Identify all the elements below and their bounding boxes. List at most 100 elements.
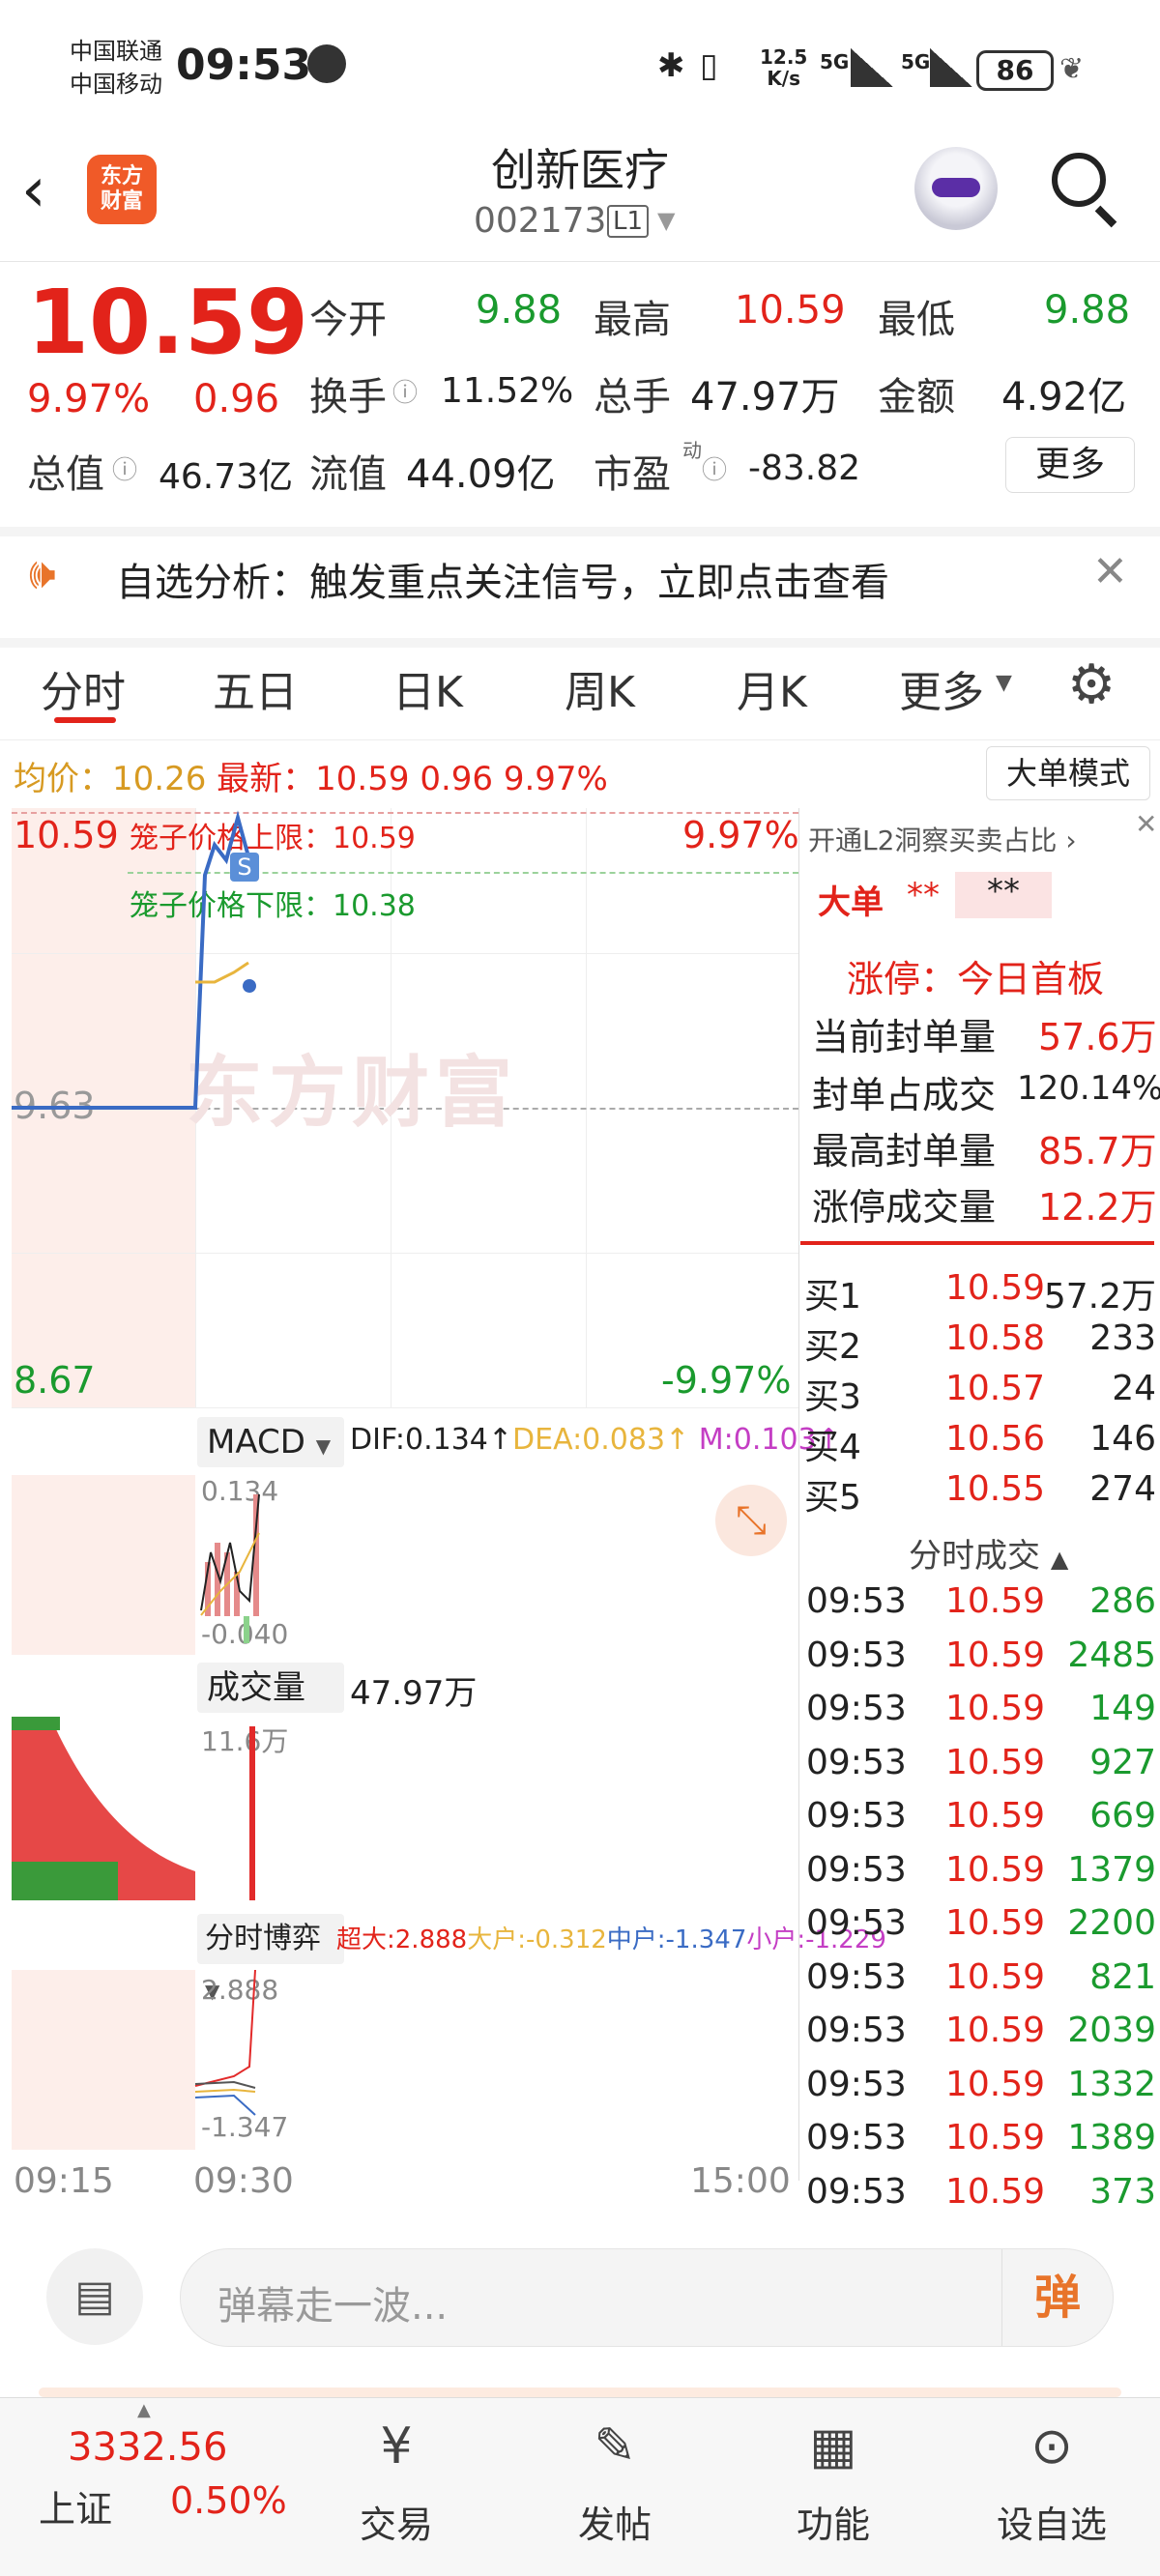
amount-label: 金额 (878, 375, 955, 420)
tab-monthly-k[interactable]: 月K (737, 657, 807, 719)
nav-post[interactable]: 发帖 (547, 2495, 682, 2548)
game-label: 分时博弈 (205, 1922, 321, 1955)
comment-placeholder: 弹幕走一波... (218, 2284, 449, 2329)
volume-value: 47.97万 (690, 375, 840, 420)
chart-area[interactable]: 东方财富 10.59 9.63 8.67 9.97% -9.97% 笼子价格上限… (12, 808, 886, 2201)
index-value[interactable]: 3332.56 (68, 2425, 227, 2470)
index-pct[interactable]: 0.50% (170, 2479, 287, 2522)
level-badge[interactable]: L1 (607, 205, 650, 238)
banner-text[interactable]: 自选分析：触发重点关注信号，立即点击查看 (116, 551, 889, 607)
tab-five-day[interactable]: 五日 (213, 657, 298, 719)
search-icon[interactable] (1052, 153, 1106, 207)
volume-value: 47.97万 (350, 1674, 478, 1713)
bid-label: 买1 (804, 1277, 861, 1317)
chevron-down-icon[interactable]: ▼ (657, 207, 675, 234)
low-value: 9.88 (1044, 288, 1131, 333)
volume-label: 总手 (594, 375, 671, 420)
latest-label: 最新： (217, 760, 316, 798)
macd-chart (200, 1493, 260, 1643)
open-value: 9.88 (476, 288, 563, 333)
nav-trade[interactable]: 交易 (329, 2495, 464, 2548)
alarm-icon (307, 44, 346, 83)
info-icon[interactable]: ⓘ (702, 450, 727, 486)
big-order-mode-button[interactable]: 大单模式 (986, 746, 1150, 800)
vibrate-icon: ▯ (700, 46, 718, 85)
seal-qty-label: 当前封单量 (812, 1016, 997, 1058)
sell-marker[interactable]: S (230, 853, 259, 882)
tab-daily-k[interactable]: 日K (392, 657, 463, 719)
close-icon[interactable]: ✕ (1092, 547, 1128, 596)
trade-qty: 2200 (1067, 1903, 1156, 1943)
battery-icon: 86 (976, 50, 1054, 91)
seal-ratio-label: 封单占成交 (812, 1074, 997, 1116)
volume-selector[interactable]: 成交量 (197, 1663, 344, 1713)
bid-price: 10.57 (945, 1369, 1046, 1408)
trade-price: 10.59 (945, 1635, 1046, 1675)
chevron-down-icon[interactable]: ▼ (996, 671, 1012, 695)
nav-function[interactable]: 功能 (766, 2495, 901, 2548)
trade-time: 09:53 (806, 1796, 907, 1836)
trade-time: 09:53 (806, 2171, 907, 2212)
caret-up-icon: ▲ (137, 2400, 151, 2420)
tab-weekly-k[interactable]: 周K (565, 657, 635, 719)
stock-code: 002173 (474, 201, 607, 241)
game-mid: 中户:-1.347 (606, 1925, 747, 1954)
volume-bar (249, 1726, 255, 1900)
pe-value: -83.82 (748, 449, 861, 488)
close-icon[interactable]: ✕ (1135, 808, 1157, 840)
trade-price: 10.59 (945, 2011, 1046, 2050)
high-value: 10.59 (735, 288, 846, 333)
expand-icon[interactable]: ⤡ (715, 1485, 787, 1556)
nav-add-watchlist[interactable]: 设自选 (984, 2495, 1119, 2548)
info-icon[interactable]: ⓘ (392, 373, 418, 409)
edit-icon[interactable]: ✎ (547, 2417, 682, 2475)
price-series-line (12, 810, 251, 1110)
bottom-nav: ▲ 3332.56 上证 0.50% ¥ 交易 ✎ 发帖 ▦ 功能 ⊙ 设自选 (0, 2397, 1160, 2576)
amount-value: 4.92亿 (1001, 375, 1127, 420)
more-circle-icon[interactable]: ⊙ (984, 2417, 1119, 2475)
trade-price: 10.59 (945, 2171, 1046, 2212)
gear-icon[interactable]: ⚙ (1067, 653, 1116, 716)
comment-input[interactable]: 弹幕走一波... 弹 (180, 2248, 1114, 2347)
index-name[interactable]: 上证 (39, 2479, 112, 2533)
bid-label: 买2 (804, 1327, 861, 1367)
more-button[interactable]: 更多 (1005, 437, 1135, 493)
volume-bar-green (12, 1717, 60, 1730)
time-end: 15:00 (690, 2161, 791, 2201)
trade-price: 10.59 (945, 1903, 1046, 1943)
change-amount: 0.96 (193, 377, 280, 421)
macd-dif: DIF:0.134↑ (350, 1423, 513, 1457)
bid-qty: 146 (1089, 1419, 1156, 1459)
big-order-val2: ** (955, 872, 1052, 918)
time-start: 09:15 (14, 2161, 114, 2201)
tab-intraday[interactable]: 分时 (41, 657, 126, 719)
time-open: 09:30 (193, 2161, 294, 2201)
grid-icon[interactable]: ▦ (766, 2417, 901, 2475)
macd-dea: DEA:0.083↑ (512, 1423, 690, 1457)
turnover-value: 11.52% (441, 371, 574, 411)
trade-time: 09:53 (806, 1956, 907, 1997)
danmaku-send-button[interactable]: 弹 (1001, 2249, 1113, 2346)
mid-line (194, 2094, 256, 2116)
signal-5g-2: 5G (901, 50, 931, 73)
yen-icon[interactable]: ¥ (329, 2417, 464, 2475)
trade-price: 10.59 (945, 1742, 1046, 1782)
trades-title[interactable]: 分时成交 ▲ (909, 1529, 1068, 1577)
info-icon[interactable]: ⓘ (112, 450, 137, 486)
robot-assistant-icon[interactable] (914, 147, 998, 230)
current-price: 10.59 (27, 271, 309, 374)
macd-selector[interactable]: MACD ▼ (197, 1417, 344, 1467)
game-super: 超大:2.888 (336, 1925, 468, 1954)
trade-time: 09:53 (806, 1635, 907, 1675)
trade-time: 09:53 (806, 1581, 907, 1621)
open-label: 今开 (309, 298, 387, 342)
low-label: 最低 (878, 298, 955, 342)
volume-bar-green (12, 1862, 118, 1900)
game-selector[interactable]: 分时博弈 ▼ (197, 1914, 344, 2003)
carrier-1: 中国联通 (70, 38, 162, 65)
bid-price: 10.55 (945, 1469, 1046, 1509)
tab-more[interactable]: 更多 (899, 657, 984, 719)
danmaku-settings-icon[interactable]: ▤ (46, 2248, 143, 2345)
orange-strip (39, 2388, 1121, 2397)
l2-title[interactable]: 开通L2洞察买卖占比 › (808, 820, 1077, 858)
